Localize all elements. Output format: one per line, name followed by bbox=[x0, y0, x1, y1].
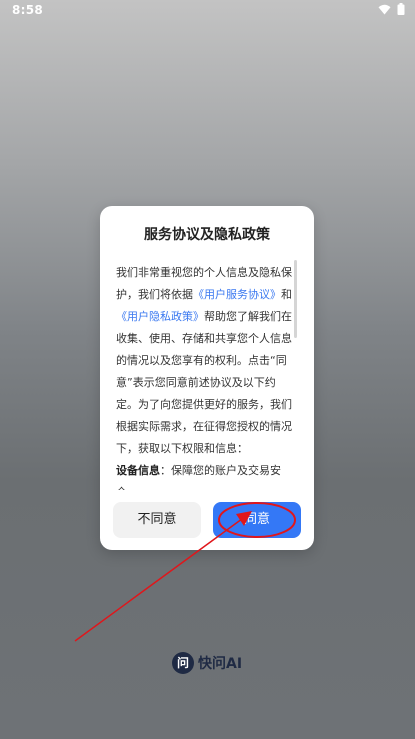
dialog-title: 服务协议及隐私政策 bbox=[144, 227, 270, 243]
privacy-dialog: 服务协议及隐私政策 我们非常重视您的个人信息及隐私保护，我们将依据《用户服务协议… bbox=[100, 206, 314, 550]
wifi-icon bbox=[378, 4, 391, 14]
brand-name: 快问AI bbox=[198, 656, 243, 672]
brand: 问 快问AI bbox=[172, 652, 242, 674]
link-privacy-policy[interactable]: 《用户隐私政策》 bbox=[116, 310, 204, 323]
dialog-scrollbar[interactable] bbox=[294, 260, 297, 488]
device-info-label: 设备信息 bbox=[116, 464, 160, 477]
agree-button[interactable]: 同意 bbox=[213, 502, 301, 538]
dialog-body-scroll[interactable]: 我们非常重视您的个人信息及隐私保护，我们将依据《用户服务协议》和《用户隐私政策》… bbox=[116, 262, 298, 490]
status-bar: 8:58 bbox=[0, 0, 415, 20]
dialog-scrollbar-thumb[interactable] bbox=[294, 260, 297, 338]
body-text-3: 帮助您了解我们在收集、使用、存储和共享您个人信息的情况以及您享有的权利。点击“同… bbox=[116, 310, 292, 455]
body-text-2: 和 bbox=[281, 288, 292, 301]
status-icons bbox=[378, 3, 405, 15]
link-service-agreement[interactable]: 《用户服务协议》 bbox=[193, 288, 281, 301]
status-time: 8:58 bbox=[12, 3, 44, 17]
disagree-button[interactable]: 不同意 bbox=[113, 502, 201, 538]
dialog-body-text: 我们非常重视您的个人信息及隐私保护，我们将依据《用户服务协议》和《用户隐私政策》… bbox=[116, 262, 294, 490]
brand-logo: 问 bbox=[172, 652, 194, 674]
battery-icon bbox=[397, 3, 405, 15]
